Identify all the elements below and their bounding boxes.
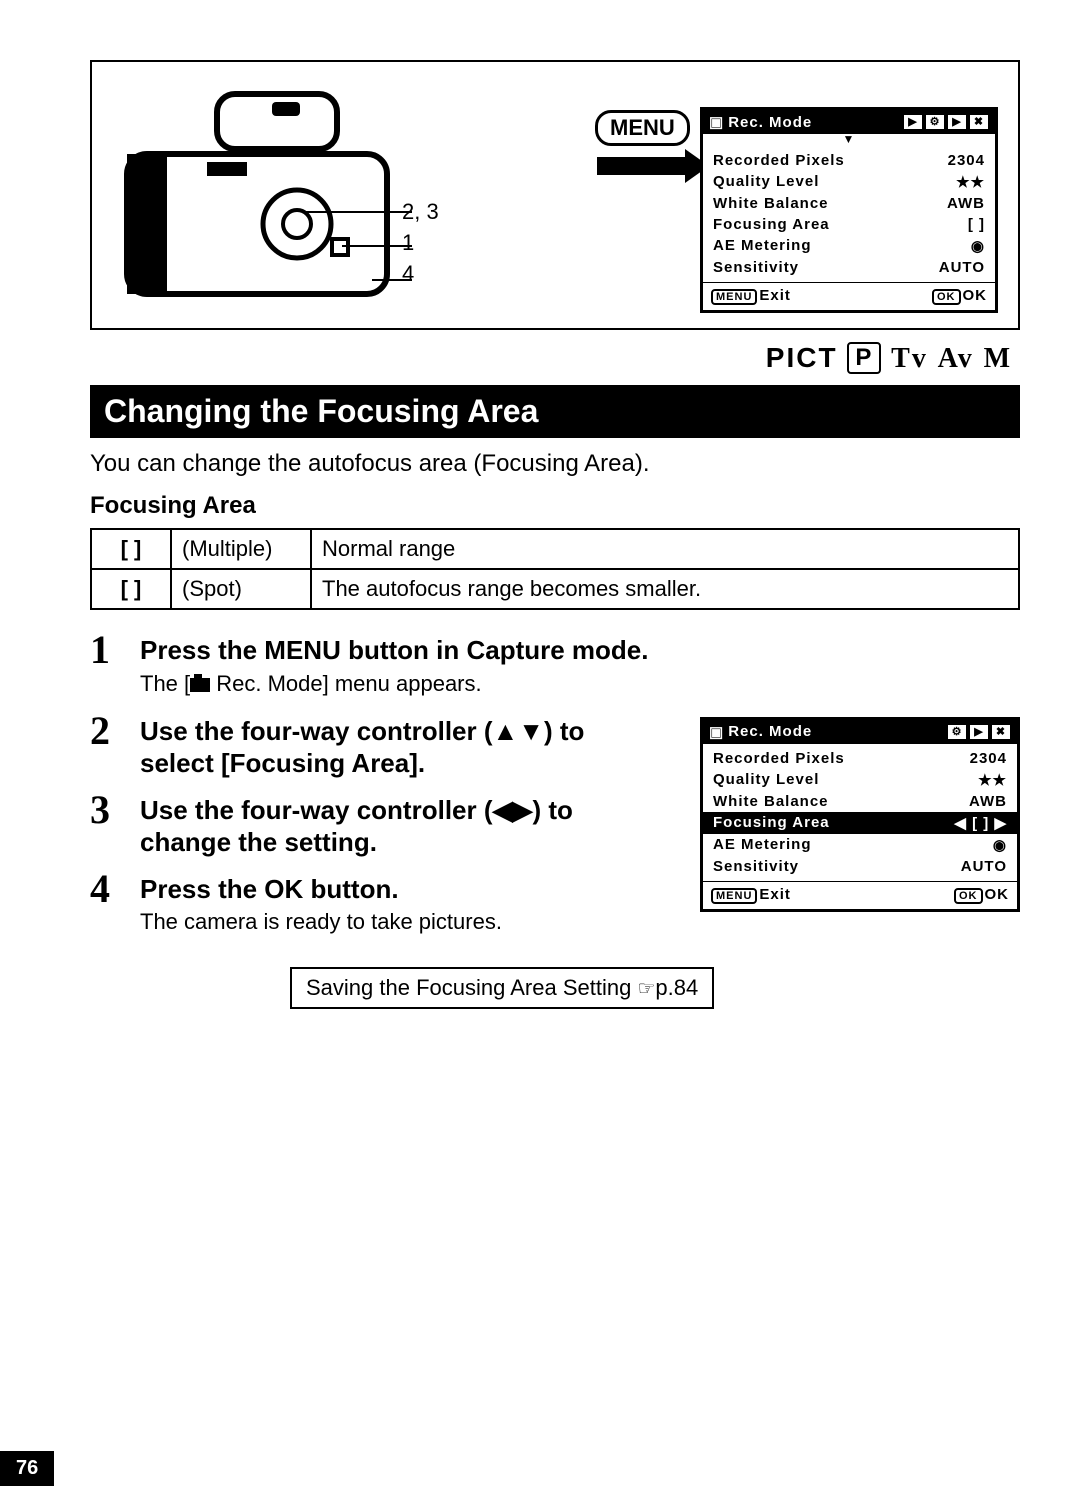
menu-row: Quality Level★★ [713, 769, 1007, 791]
mode-tv: Tv [891, 343, 928, 374]
menu-row: AE Metering◉ [713, 235, 985, 257]
mode-m: M [984, 343, 1012, 374]
tab-icon: ▶ [969, 724, 989, 740]
menu-footer-btn: MENU [711, 289, 757, 305]
step-number: 2 [90, 711, 140, 784]
menu-row: Quality Level★★ [713, 171, 985, 193]
mode-pict: PICT [766, 342, 838, 373]
step1-title: Press the MENU button in Capture mode. [140, 634, 1020, 667]
callout-1: 1 [402, 228, 439, 259]
step2-title: Use the four-way controller (▲▼) to sele… [140, 715, 640, 780]
menu-button-label: MENU [595, 110, 690, 146]
ok-footer-btn: OK [932, 289, 961, 305]
table-row: [ ](Spot)The autofocus range becomes sma… [91, 569, 1019, 609]
mode-p: P [847, 342, 881, 374]
rec-mode-menu-1: ▣ Rec. Mode ▶ ⚙ ▶ ✖ ▼ Recorded Pixels230… [700, 107, 998, 313]
step-number: 3 [90, 790, 140, 863]
rec-mode-menu-2: ▣ Rec. Mode ⚙ ▶ ✖ Recorded Pixels2304Qua… [700, 717, 1020, 912]
menu-row: Recorded Pixels2304 [713, 150, 985, 171]
menu-row: SensitivityAUTO [713, 257, 985, 278]
pointer-icon: ☞ [637, 978, 655, 1000]
callout-4: 4 [402, 259, 439, 290]
step-number: 1 [90, 630, 140, 705]
camera-illustration [117, 84, 397, 304]
menu-row: White BalanceAWB [713, 791, 1007, 812]
tab-icon: ▶ [947, 114, 967, 130]
menu-row: Focusing Area[ ] [713, 214, 985, 235]
menu-row: White BalanceAWB [713, 193, 985, 214]
menu-footer-btn: MENU [711, 888, 757, 904]
step4-desc: The camera is ready to take pictures. [140, 909, 680, 935]
camera-icon: ▣ [709, 723, 724, 741]
mode-av: Av [938, 343, 974, 374]
step1-desc: The [ Rec. Mode] menu appears. [140, 671, 1020, 697]
down-arrow-icon: ▼ [703, 132, 995, 146]
step3-title: Use the four-way controller (◀▶) to chan… [140, 794, 640, 859]
step-number: 4 [90, 869, 140, 944]
arrow-right-icon [597, 157, 687, 175]
tab-icon: ✖ [969, 114, 989, 130]
menu-row: Recorded Pixels2304 [713, 748, 1007, 769]
intro-text: You can change the autofocus area (Focus… [90, 450, 1020, 478]
focusing-area-table: [ ](Multiple)Normal range[ ](Spot)The au… [90, 528, 1020, 610]
menu-footer-exit: Exit [759, 886, 791, 903]
tab-icon: ⚙ [925, 114, 945, 130]
menu-footer-ok: OK [963, 287, 988, 304]
tab-icon: ✖ [991, 724, 1011, 740]
steps: 1 Press the MENU button in Capture mode.… [90, 630, 1020, 949]
figure-box: 2, 3 1 4 MENU ▣ Rec. Mode ▶ ⚙ ▶ ✖ ▼ Reco… [90, 60, 1020, 330]
menu-footer-ok: OK [985, 886, 1010, 903]
menu-header: Rec. Mode [728, 723, 947, 740]
step4-title: Press the OK button. [140, 873, 680, 906]
menu-row: Focusing Area◀ [ ] ▶ [703, 812, 1017, 834]
table-row: [ ](Multiple)Normal range [91, 529, 1019, 569]
menu-footer-exit: Exit [759, 287, 791, 304]
section-title: Changing the Focusing Area [90, 385, 1020, 438]
page-number: 76 [0, 1451, 54, 1486]
menu-row: SensitivityAUTO [713, 856, 1007, 877]
camera-icon: ▣ [709, 113, 724, 131]
callouts: 2, 3 1 4 [402, 197, 439, 289]
mode-row: PICT P Tv Av M [90, 338, 1020, 385]
menu-header: Rec. Mode [728, 114, 903, 131]
tab-icon: ⚙ [947, 724, 967, 740]
ok-footer-btn: OK [954, 888, 983, 904]
menu-row: AE Metering◉ [713, 834, 1007, 856]
reference-box: Saving the Focusing Area Setting ☞p.84 [290, 967, 714, 1009]
focusing-area-heading: Focusing Area [90, 492, 1020, 520]
camera-icon [190, 678, 210, 692]
tab-icon: ▶ [903, 114, 923, 130]
